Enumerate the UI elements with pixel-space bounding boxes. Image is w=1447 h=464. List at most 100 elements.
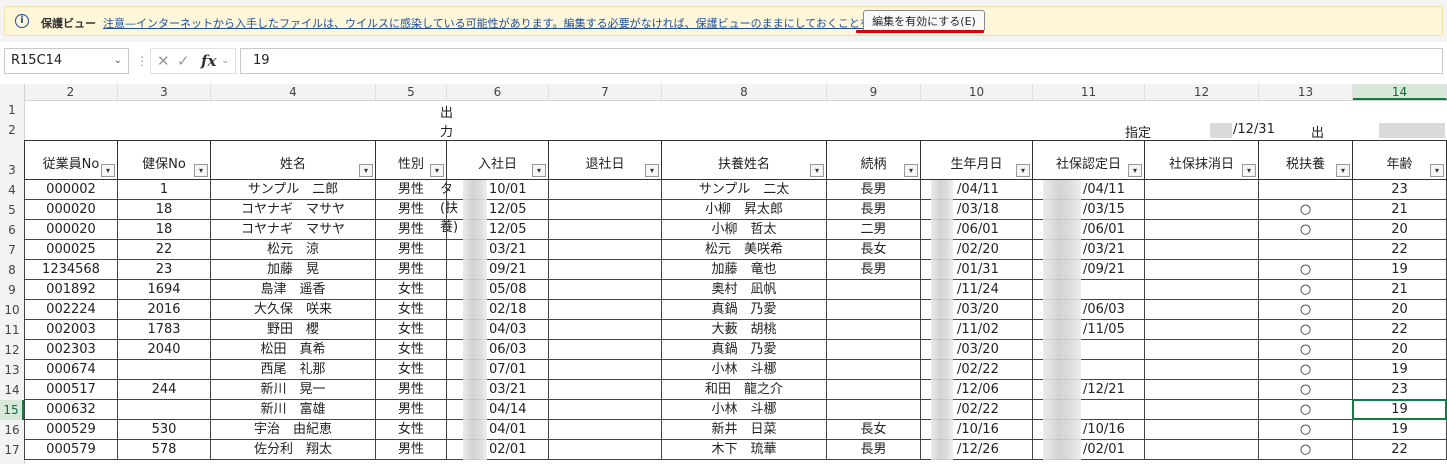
- table-cell[interactable]: [1145, 180, 1259, 200]
- column-header[interactable]: 10: [921, 84, 1033, 100]
- table-cell[interactable]: 000674: [24, 360, 118, 380]
- table-cell[interactable]: 18: [118, 200, 211, 220]
- filter-dropdown-icon[interactable]: ▾: [1430, 164, 1444, 177]
- protected-view-message[interactable]: 注意—インターネットから入手したファイルは、ウイルスに感染している可能性がありま…: [103, 15, 947, 31]
- table-cell[interactable]: [1259, 240, 1353, 260]
- table-cell[interactable]: 000632: [24, 400, 118, 420]
- table-cell[interactable]: 女性: [376, 320, 447, 340]
- table-cell[interactable]: [827, 380, 921, 400]
- table-cell[interactable]: 女性: [376, 280, 447, 300]
- row-header[interactable]: 8: [0, 260, 24, 280]
- table-cell[interactable]: 女性: [376, 340, 447, 360]
- table-cell[interactable]: 長男: [827, 440, 921, 460]
- filter-dropdown-icon[interactable]: ▾: [1242, 164, 1256, 177]
- column-header[interactable]: 14: [1353, 84, 1447, 100]
- table-cell[interactable]: [827, 320, 921, 340]
- table-cell[interactable]: 2016: [118, 300, 211, 320]
- table-cell[interactable]: [118, 360, 211, 380]
- table-cell[interactable]: [549, 200, 662, 220]
- table-cell[interactable]: [827, 300, 921, 320]
- filter-dropdown-icon[interactable]: ▾: [645, 164, 659, 177]
- table-cell[interactable]: [1145, 380, 1259, 400]
- table-cell[interactable]: ○: [1259, 320, 1353, 340]
- filter-dropdown-icon[interactable]: ▾: [904, 164, 918, 177]
- table-cell[interactable]: [1145, 200, 1259, 220]
- table-cell[interactable]: 23: [118, 260, 211, 280]
- row-header[interactable]: 1: [0, 100, 24, 120]
- table-cell[interactable]: [549, 240, 662, 260]
- table-cell[interactable]: [549, 300, 662, 320]
- table-cell[interactable]: 18: [118, 220, 211, 240]
- table-cell[interactable]: ○: [1259, 360, 1353, 380]
- table-cell[interactable]: [1145, 280, 1259, 300]
- column-header[interactable]: 5: [376, 84, 447, 100]
- table-cell[interactable]: ○: [1259, 280, 1353, 300]
- row-header[interactable]: 16: [0, 420, 24, 440]
- table-cell[interactable]: 20: [1353, 300, 1447, 320]
- column-header[interactable]: 4: [211, 84, 376, 100]
- table-cell[interactable]: 1234568: [24, 260, 118, 280]
- table-cell[interactable]: 奥村 凪帆: [662, 280, 827, 300]
- table-cell[interactable]: 21: [1353, 280, 1447, 300]
- table-cell[interactable]: ○: [1259, 400, 1353, 420]
- filter-dropdown-icon[interactable]: ▾: [430, 164, 444, 177]
- table-cell[interactable]: 1: [118, 180, 211, 200]
- table-cell[interactable]: ○: [1259, 220, 1353, 240]
- table-cell[interactable]: [1145, 300, 1259, 320]
- table-cell[interactable]: [118, 400, 211, 420]
- table-cell[interactable]: 小林 斗梛: [662, 360, 827, 380]
- chevron-down-icon[interactable]: ⌄: [221, 55, 229, 66]
- table-cell[interactable]: 女性: [376, 300, 447, 320]
- column-header[interactable]: 12: [1145, 84, 1259, 100]
- table-cell[interactable]: [827, 400, 921, 420]
- table-cell[interactable]: ○: [1259, 300, 1353, 320]
- table-cell[interactable]: 男性: [376, 240, 447, 260]
- table-cell[interactable]: 大久保 咲来: [211, 300, 376, 320]
- table-cell[interactable]: 244: [118, 380, 211, 400]
- column-header[interactable]: 6: [447, 84, 549, 100]
- table-cell[interactable]: [549, 320, 662, 340]
- table-cell[interactable]: 小林 斗梛: [662, 400, 827, 420]
- table-cell[interactable]: [1145, 440, 1259, 460]
- table-cell[interactable]: [1145, 240, 1259, 260]
- column-header[interactable]: 7: [549, 84, 662, 100]
- filter-dropdown-icon[interactable]: ▾: [359, 164, 373, 177]
- confirm-icon[interactable]: ✓: [177, 52, 190, 70]
- table-cell[interactable]: 新川 富雄: [211, 400, 376, 420]
- filter-dropdown-icon[interactable]: ▾: [101, 164, 115, 177]
- table-cell[interactable]: 22: [1353, 320, 1447, 340]
- table-cell[interactable]: 真鍋 乃愛: [662, 300, 827, 320]
- table-cell[interactable]: サンプル 二太: [662, 180, 827, 200]
- table-cell[interactable]: 男性: [376, 200, 447, 220]
- table-cell[interactable]: 19: [1353, 420, 1447, 440]
- enable-editing-button[interactable]: 編集を有効にする(E): [863, 10, 985, 32]
- filter-dropdown-icon[interactable]: ▾: [1336, 164, 1350, 177]
- table-cell[interactable]: 002003: [24, 320, 118, 340]
- table-cell[interactable]: ○: [1259, 380, 1353, 400]
- table-cell[interactable]: 小柳 哲太: [662, 220, 827, 240]
- row-header[interactable]: 17: [0, 440, 24, 460]
- table-cell[interactable]: [1145, 400, 1259, 420]
- table-cell[interactable]: 長男: [827, 200, 921, 220]
- row-header[interactable]: 14: [0, 380, 24, 400]
- table-cell[interactable]: 002303: [24, 340, 118, 360]
- table-cell[interactable]: 小柳 昇太郎: [662, 200, 827, 220]
- filter-dropdown-icon[interactable]: ▾: [810, 164, 824, 177]
- column-header[interactable]: 2: [24, 84, 118, 100]
- table-cell[interactable]: [1145, 360, 1259, 380]
- table-cell[interactable]: [549, 400, 662, 420]
- table-cell[interactable]: ○: [1259, 440, 1353, 460]
- selected-cell[interactable]: [1352, 399, 1447, 420]
- row-header[interactable]: 7: [0, 240, 24, 260]
- table-cell[interactable]: 松田 真希: [211, 340, 376, 360]
- table-cell[interactable]: 20: [1353, 340, 1447, 360]
- table-cell[interactable]: [1145, 340, 1259, 360]
- table-cell[interactable]: [827, 360, 921, 380]
- name-box[interactable]: R15C14 ⌄: [4, 48, 129, 74]
- table-cell[interactable]: 二男: [827, 220, 921, 240]
- column-header[interactable]: 3: [118, 84, 211, 100]
- table-cell[interactable]: 大藪 胡桃: [662, 320, 827, 340]
- table-cell[interactable]: 佐分利 翔太: [211, 440, 376, 460]
- select-all-corner[interactable]: [0, 84, 25, 100]
- filter-dropdown-icon[interactable]: ▾: [1128, 164, 1142, 177]
